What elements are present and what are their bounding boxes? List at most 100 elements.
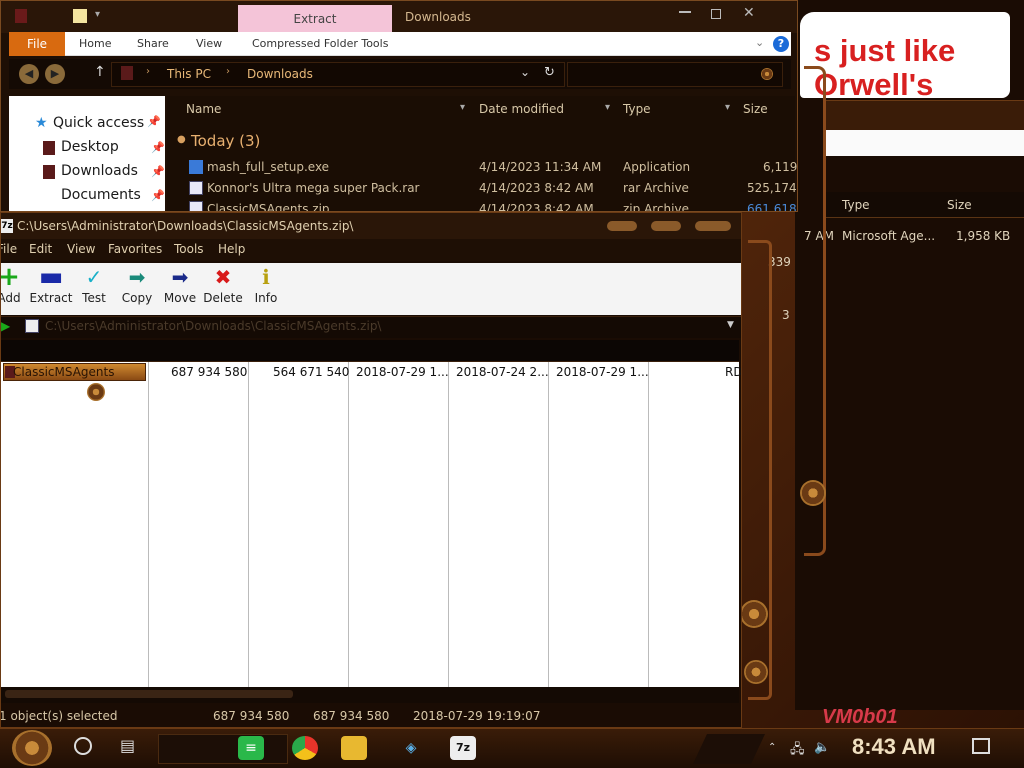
pin-icon[interactable]: 📌 [147,115,161,128]
file-name[interactable]: ClassicMSAgents.zip [207,202,330,211]
ribbon-tab-view[interactable]: View [196,32,222,56]
chevron-down-icon[interactable]: ▾ [95,9,100,20]
chevron-down-icon[interactable]: ▾ [605,102,610,113]
virtualbox-icon[interactable]: ◈ [398,736,424,760]
help-icon[interactable]: ? [773,36,789,52]
7zip-taskbar-icon[interactable]: 7z [450,736,476,760]
menu-tools[interactable]: Tools [174,242,204,256]
bg-side-number: 3 [782,308,790,322]
chrome-icon[interactable] [292,736,318,760]
minimize-icon[interactable] [679,11,691,13]
breadcrumb-this-pc[interactable]: This PC [167,67,211,81]
search-input[interactable] [567,62,783,87]
ribbon-file-tab[interactable]: File [9,32,65,56]
up-folder-icon[interactable]: ▶ [1,319,10,333]
volume-muted-icon[interactable]: 🔈 [814,740,830,755]
copy-button[interactable]: ➡ Copy [115,263,159,305]
pin-icon[interactable]: 📌 [151,165,165,178]
add-button[interactable]: + Add [1,263,31,305]
back-icon[interactable]: ◀ [19,64,39,84]
search-icon[interactable] [761,68,773,80]
chevron-down-icon[interactable]: ▼ [727,320,734,330]
file-name[interactable]: mash_full_setup.exe [207,160,329,174]
forward-icon[interactable]: ▶ [45,64,65,84]
bg-vm-label: VM0b01 [822,706,898,728]
row-packed-size: 564 671 540 [273,365,350,379]
maximize-icon[interactable] [651,221,681,231]
taskbar-search-box[interactable] [158,734,288,764]
notifications-icon[interactable] [972,738,990,754]
horizontal-scrollbar[interactable] [1,687,739,703]
minimize-icon[interactable] [607,221,637,231]
chevron-up-icon[interactable]: ⌃ [768,742,776,753]
column-divider [348,362,349,687]
nav-item-documents[interactable]: Documents [61,187,141,203]
up-arrow-icon[interactable]: ↑ [94,64,106,80]
nav-item-desktop[interactable]: Desktop [61,139,119,155]
group-bullet-icon: ● [177,134,186,145]
file-date: 4/14/2023 8:42 AM [479,181,594,195]
search-icon[interactable] [74,737,92,755]
7zip-path-input[interactable]: C:\Users\Administrator\Downloads\Classic… [45,319,381,333]
folder-icon[interactable] [15,9,27,23]
arrow-right-icon: ➡ [128,265,146,289]
7zip-window: C:\Users\Administrator\Downloads\Classic… [0,212,742,728]
maximize-icon[interactable] [711,9,721,19]
file-explorer-icon[interactable] [341,736,367,760]
file-type: zip Archive [623,202,689,212]
7zip-column-header[interactable] [1,340,739,362]
gear-icon [744,660,768,684]
pin-icon[interactable]: 📌 [151,189,165,202]
zip-file-icon [189,201,203,211]
network-icon[interactable]: 🖧 [790,740,805,762]
tab-extract-contextual[interactable]: Extract [238,5,392,33]
task-view-icon[interactable]: ▤ [120,736,135,755]
column-header-size[interactable]: Size [743,102,768,116]
taskbar-clock[interactable]: 8:43 AM [852,734,936,760]
sheets-app-icon[interactable]: ≡ [238,736,264,760]
ribbon-tab-compressed-folder-tools[interactable]: Compressed Folder Tools [252,32,388,56]
ribbon-tab-home[interactable]: Home [79,32,111,56]
info-button[interactable]: ℹ Info [244,263,288,305]
pin-icon[interactable]: 📌 [151,141,165,154]
nav-item-downloads[interactable]: Downloads [61,163,138,179]
extract-label: Extract [29,291,73,305]
refresh-icon[interactable]: ↻ [544,65,555,80]
file-explorer-window: ▾ Extract Downloads ✕ File Home Share Vi… [0,0,798,212]
ribbon-bar [9,32,791,56]
chevron-down-icon[interactable]: ▾ [460,102,465,113]
menu-view[interactable]: View [67,242,95,256]
chevron-right-icon[interactable]: › [146,66,150,77]
menu-favorites[interactable]: Favorites [108,242,162,256]
extract-button[interactable]: ▬ Extract [29,263,73,305]
chevron-right-icon[interactable]: › [226,66,230,77]
menu-help[interactable]: Help [218,242,245,256]
column-header-name[interactable]: Name [186,102,221,116]
nav-item-quick-access[interactable]: Quick access [53,115,144,131]
close-icon[interactable]: ✕ [743,5,755,21]
delete-button[interactable]: ✖ Delete [201,263,245,305]
x-icon: ✖ [214,265,232,289]
group-header-today[interactable]: Today (3) [191,132,260,150]
column-header-type[interactable]: Type [623,102,651,116]
file-size: 6,119 [763,160,798,174]
chevron-down-icon[interactable]: ⌄ [520,65,530,79]
ribbon-tab-share[interactable]: Share [137,32,169,56]
menu-file[interactable]: File [1,242,17,256]
row-name[interactable]: ClassicMSAgents [13,365,114,379]
chevron-down-icon[interactable]: ⌄ [755,36,764,49]
note-text: s just like Orwell's [814,33,956,99]
file-name[interactable]: Konnor's Ultra mega super Pack.rar [207,181,419,195]
menu-edit[interactable]: Edit [29,242,52,256]
column-divider [548,362,549,687]
move-button[interactable]: ➡ Move [158,263,202,305]
start-button-icon[interactable] [12,730,52,766]
breadcrumb-downloads[interactable]: Downloads [247,67,313,81]
close-icon[interactable] [695,221,731,231]
minus-icon: ▬ [38,262,64,292]
column-header-date-modified[interactable]: Date modified [479,102,564,116]
chevron-down-icon[interactable]: ▾ [725,102,730,113]
new-folder-icon[interactable] [73,9,87,23]
test-button[interactable]: ✓ Test [72,263,116,305]
window-title: Downloads [405,10,471,24]
